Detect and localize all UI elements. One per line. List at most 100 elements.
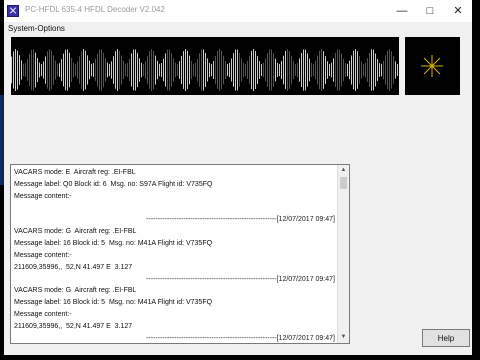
decoder-window: PC-HFDL 635-4 HFDL Decoder V2.042 — □ ✕ …: [4, 0, 472, 355]
spectrum-column: [213, 61, 214, 79]
spectrum-column: [51, 50, 52, 90]
spectrum-column: [113, 56, 114, 84]
spectrum-column: [289, 51, 290, 89]
maximize-button[interactable]: □: [416, 0, 444, 22]
spectrum-column: [149, 51, 150, 89]
spectrum-column: [97, 53, 98, 87]
spectrum-column: [365, 62, 366, 78]
spectrum-column: [315, 60, 316, 80]
spectrum-column: [99, 49, 100, 91]
spectrum-column: [259, 61, 260, 79]
message-line: 211609,35996,, 52,N 41.497 E 3.127: [14, 263, 133, 271]
spectrum-column: [305, 49, 306, 91]
spectrum-column: [105, 58, 106, 82]
spectrum-column: [121, 55, 122, 85]
spectrum-column: [91, 63, 92, 77]
spectrum-column: [269, 49, 270, 91]
spectrum-column: [49, 49, 50, 91]
help-button[interactable]: Help: [422, 329, 470, 347]
spectrum-column: [323, 51, 324, 89]
spectrum-column: [189, 55, 190, 85]
vertical-scrollbar[interactable]: ▲ ▼: [337, 165, 349, 343]
message-line: Message label: Q0 Block id: 6 Msg. no: S…: [14, 180, 213, 188]
spectrum-column: [207, 58, 208, 82]
spectrum-column: [329, 63, 330, 77]
spectrum-column: [345, 63, 346, 77]
spectrum-column: [187, 50, 188, 90]
message-log[interactable]: VACARS mode: E Aircraft reg: .EI-FBL Mess…: [10, 164, 350, 344]
spectrum-column: [155, 55, 156, 85]
spectrum-column: [117, 49, 118, 91]
spectrum-column: [237, 49, 238, 91]
spectrum-column: [101, 49, 102, 91]
spectrum-column: [265, 58, 266, 82]
spectrum-column: [211, 63, 212, 77]
app-icon: [7, 5, 19, 17]
spectrum-column: [199, 53, 200, 87]
spectrum-column: [355, 49, 356, 91]
spectrum-column: [301, 52, 302, 88]
spectrum-column: [109, 63, 110, 77]
message-separator: ----------------------------------------…: [146, 334, 335, 342]
spectrum-column: [129, 58, 130, 82]
spectrum-column: [69, 52, 70, 88]
spectrum-column: [257, 55, 258, 85]
spectrum-column: [363, 63, 364, 77]
constellation-star-icon: [421, 55, 443, 77]
spectrum-column: [93, 63, 94, 77]
message-line: Message label: 16 Block id: 5 Msg. no: M…: [14, 299, 213, 307]
spectrum-column: [15, 49, 16, 91]
message-line: [14, 203, 335, 215]
spectrum-column: [123, 60, 124, 80]
spectrum-column: [39, 62, 40, 78]
scroll-up-icon[interactable]: ▲: [338, 165, 349, 176]
spectrum-column: [67, 49, 68, 91]
spectrum-column: [43, 61, 44, 79]
spectrum-column: [279, 63, 280, 77]
spectrum-column: [35, 52, 36, 88]
spectrum-display: [11, 49, 398, 91]
title-bar[interactable]: PC-HFDL 635-4 HFDL Decoder V2.042 — □ ✕: [4, 0, 472, 22]
spectrum-column: [321, 49, 322, 91]
message-line: Message content:-: [14, 311, 72, 319]
spectrum-column: [111, 61, 112, 79]
spectrum-column: [85, 50, 86, 90]
spectrum-column: [357, 51, 358, 89]
close-button[interactable]: ✕: [444, 0, 472, 22]
spectrum-column: [229, 62, 230, 78]
spectrum-column: [261, 63, 262, 77]
spectrum-column: [27, 59, 28, 81]
spectrum-column: [21, 60, 22, 80]
spectrum-column: [241, 58, 242, 82]
constellation-display: [405, 37, 460, 95]
spectrum-column: [373, 49, 374, 91]
spectrum-column: [191, 60, 192, 80]
menu-bar: System-Options: [4, 22, 472, 36]
spectrum-column: [291, 55, 292, 85]
spectrum-column: [59, 63, 60, 77]
spectrum-column: [107, 62, 108, 78]
spectrum-column: [143, 63, 144, 77]
spectrum-column: [263, 62, 264, 78]
spectrum-column: [177, 63, 178, 77]
spectrum-column: [147, 56, 148, 84]
spectrum-column: [287, 49, 288, 91]
spectrum-column: [225, 60, 226, 80]
spectrum-column: [227, 63, 228, 77]
spectrum-column: [181, 55, 182, 85]
spectrum-column: [231, 58, 232, 82]
spectrum-column: [157, 60, 158, 80]
scroll-thumb[interactable]: [340, 177, 347, 189]
menu-system-options[interactable]: System-Options: [8, 24, 65, 33]
spectrum-column: [131, 53, 132, 87]
minimize-button[interactable]: —: [388, 0, 416, 22]
spectrum-column: [319, 50, 320, 90]
spectrum-column: [233, 53, 234, 87]
spectrum-column: [353, 50, 354, 90]
spectrum-column: [377, 58, 378, 82]
spectrum-column: [341, 53, 342, 87]
spectrum-column: [25, 63, 26, 77]
scroll-down-icon[interactable]: ▼: [338, 332, 349, 343]
spectrum-column: [249, 55, 250, 85]
spectrum-column: [139, 58, 140, 82]
